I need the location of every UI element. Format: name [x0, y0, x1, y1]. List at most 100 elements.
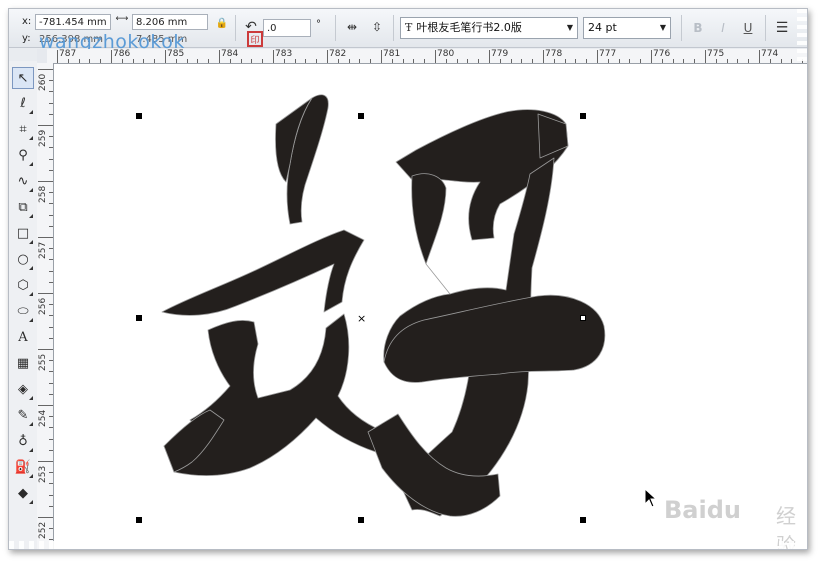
freehand-tool-icon[interactable]: ∿: [12, 171, 34, 193]
ruler-h-minor-tick: [510, 59, 512, 63]
x-position-field[interactable]: -781.454 mm: [35, 14, 111, 30]
vertical-ruler[interactable]: 260 259 258 257 256 255 254 253 252: [37, 63, 54, 549]
ruler-v-minor-tick: [49, 113, 53, 115]
corel-draw-window: x: -781.454 mm y: 256.398 mm ⟷ 8.206 mm …: [8, 8, 808, 550]
ruler-v-minor-tick: [49, 270, 53, 272]
smart-fill-tool-icon[interactable]: ⧉: [12, 197, 34, 219]
shape-tool-icon[interactable]: ℓ: [12, 93, 34, 115]
ruler-h-minor-tick: [413, 59, 415, 63]
selection-handle-middle-left[interactable]: [136, 315, 142, 321]
ruler-h-minor-tick: [402, 59, 404, 63]
basic-shapes-tool-icon[interactable]: ⬭: [12, 301, 34, 323]
ruler-h-minor-tick: [316, 59, 318, 63]
ruler-h-minor-tick: [154, 59, 156, 63]
ruler-v-major-tick: [38, 181, 53, 182]
width-field[interactable]: 8.206 mm: [132, 14, 208, 30]
ruler-h-label: 779: [491, 49, 509, 59]
selection-handle-top-center[interactable]: [358, 113, 364, 119]
horizontal-ruler[interactable]: 787 786 785 784 783 782 781 780 779 778 777 776 775 7…: [47, 49, 807, 64]
selection-handle-bottom-center[interactable]: [358, 517, 364, 523]
polygon-tool-icon[interactable]: ⬡: [12, 275, 34, 297]
ruler-h-label: 781: [383, 49, 401, 59]
torn-edge-bottom: [9, 541, 807, 549]
ruler-h-minor-tick: [175, 59, 177, 63]
table-tool-icon[interactable]: ▦: [12, 353, 34, 375]
selection-handle-bottom-left[interactable]: [136, 517, 142, 523]
fill-tool-icon[interactable]: ⛽: [12, 457, 34, 479]
ruler-h-major-tick: [651, 50, 652, 63]
text-align-icon[interactable]: ☰: [772, 18, 792, 38]
x-label: x:: [22, 16, 32, 27]
font-size-value: 24 pt: [588, 21, 617, 34]
torn-edge-right: [797, 9, 807, 549]
extrude-tool-icon[interactable]: ◈: [12, 379, 34, 401]
ruler-h-major-tick: [219, 50, 220, 63]
ruler-h-major-tick: [705, 50, 706, 63]
ruler-v-minor-tick: [49, 214, 53, 216]
italic-button[interactable]: I: [713, 18, 733, 38]
ellipse-tool-icon[interactable]: ○: [12, 249, 34, 271]
selection-handle-top-left[interactable]: [136, 113, 142, 119]
ruler-h-label: 786: [113, 49, 131, 59]
rotation-center-marker[interactable]: ×: [357, 313, 366, 324]
pick-tool-icon[interactable]: ↖: [12, 67, 34, 89]
rotation-field[interactable]: .0: [263, 19, 311, 37]
text-tool-icon[interactable]: A: [12, 327, 34, 349]
selection-handle-top-right[interactable]: [580, 113, 586, 119]
ruler-h-minor-tick: [262, 59, 264, 63]
rectangle-tool-icon[interactable]: □: [12, 223, 34, 245]
stroke-left-arm: [161, 229, 365, 316]
baidu-watermark: Baidu: [664, 496, 741, 524]
ruler-v-minor-tick: [49, 248, 53, 250]
ruler-v-minor-tick: [49, 192, 53, 194]
ruler-h-minor-tick: [100, 59, 102, 63]
ruler-h-minor-tick: [186, 59, 188, 63]
ruler-h-minor-tick: [618, 59, 620, 63]
selection-handle-middle-right[interactable]: [580, 315, 586, 321]
ruler-v-minor-tick: [49, 315, 53, 317]
glyph-svg[interactable]: [54, 64, 807, 549]
mirror-vertical-icon[interactable]: ⇳: [367, 17, 387, 37]
ruler-h-label: 774: [761, 49, 779, 59]
ruler-h-minor-tick: [121, 59, 123, 63]
bold-button[interactable]: B: [688, 18, 708, 38]
mirror-horizontal-icon[interactable]: ⇹: [342, 17, 362, 37]
ruler-v-minor-tick: [49, 158, 53, 160]
toolbox: ↖ ℓ ⌗ ⚲ ∿ ⧉ □ ○ ⬡ ⬭ A ▦ ◈ ✎ ♁ ⛽ ◆: [9, 61, 38, 549]
interactive-fill-tool-icon[interactable]: ◆: [12, 483, 34, 505]
ruler-v-label: 259: [38, 129, 48, 147]
ruler-h-major-tick: [543, 50, 544, 63]
font-size-dropdown[interactable]: 24 pt ▼: [583, 17, 671, 39]
outline-pen-tool-icon[interactable]: ♁: [12, 431, 34, 453]
ruler-h-minor-tick: [391, 59, 393, 63]
ruler-h-minor-tick: [251, 59, 253, 63]
crop-tool-icon[interactable]: ⌗: [12, 119, 34, 141]
ruler-v-major-tick: [38, 69, 53, 70]
selection-handle-bottom-right[interactable]: [580, 517, 586, 523]
ruler-h-major-tick: [489, 50, 490, 63]
ruler-h-major-tick: [57, 50, 58, 63]
ruler-v-minor-tick: [49, 281, 53, 283]
ruler-h-label: 778: [545, 49, 563, 59]
ruler-v-major-tick: [38, 125, 53, 126]
ruler-h-minor-tick: [424, 59, 426, 63]
ruler-h-label: 782: [329, 49, 347, 59]
ruler-v-label: 260: [38, 73, 48, 91]
ruler-h-minor-tick: [78, 59, 80, 63]
ruler-h-major-tick: [435, 50, 436, 63]
underline-button[interactable]: U: [738, 18, 758, 38]
ruler-h-minor-tick: [229, 59, 231, 63]
drawing-canvas[interactable]: × Baidu 经验: [54, 64, 807, 549]
zoom-tool-icon[interactable]: ⚲: [12, 145, 34, 167]
ruler-v-minor-tick: [49, 505, 53, 507]
ruler-v-minor-tick: [49, 449, 53, 451]
ruler-h-minor-tick: [737, 59, 739, 63]
ruler-h-minor-tick: [607, 59, 609, 63]
ruler-h-minor-tick: [715, 59, 717, 63]
eyedropper-tool-icon[interactable]: ✎: [12, 405, 34, 427]
ruler-v-label: 252: [38, 521, 48, 539]
ruler-v-minor-tick: [49, 102, 53, 104]
ruler-v-major-tick: [38, 237, 53, 238]
lock-ratio-icon[interactable]: 🔒: [212, 14, 232, 34]
font-name-dropdown[interactable]: Ŧ 叶根友毛笔行书2.0版 ▼: [400, 17, 578, 39]
